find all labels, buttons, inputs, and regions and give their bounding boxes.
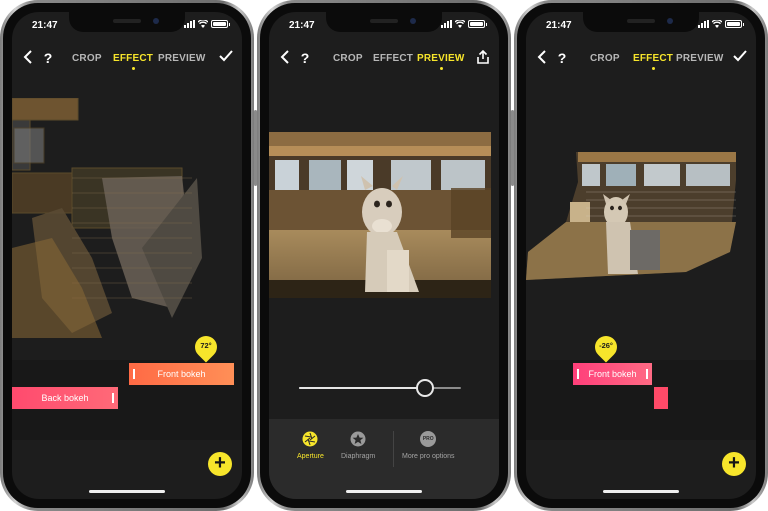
- help-button[interactable]: ?: [297, 50, 313, 66]
- battery-icon: [725, 20, 744, 28]
- pro-icon: PRO: [420, 431, 437, 447]
- back-chevron-icon[interactable]: [534, 50, 550, 66]
- status-icons: [698, 20, 744, 28]
- app-screen: 21:47 ? CROP EFFECT PREVIEW: [269, 12, 499, 499]
- home-indicator: [603, 490, 679, 493]
- angle-marker-label: 72°: [200, 341, 212, 350]
- battery-icon: [468, 20, 487, 28]
- option-more-pro[interactable]: PRO More pro options: [402, 431, 455, 460]
- option-diaphragm[interactable]: Diaphragm: [341, 431, 375, 460]
- option-diaphragm-label: Diaphragm: [341, 453, 376, 460]
- diaphragm-icon: [350, 431, 366, 447]
- status-time: 21:47: [32, 20, 58, 31]
- back-chevron-icon[interactable]: [277, 50, 293, 66]
- phone-bezel: 21:47 ? CROP EFFECT PREVIEW: [3, 3, 251, 508]
- status-icons: [184, 20, 230, 28]
- top-toolbar: ? CROP EFFECT PREVIEW: [12, 44, 242, 74]
- wifi-icon: [198, 20, 208, 28]
- options-divider: [393, 431, 394, 467]
- notch: [69, 12, 185, 32]
- top-toolbar: ? CROP EFFECT PREVIEW: [269, 44, 499, 74]
- tab-preview[interactable]: PREVIEW: [676, 53, 724, 64]
- app-screen: 21:47 ? CROP EFFECT PREVIEW: [526, 12, 756, 499]
- speaker: [113, 19, 141, 23]
- option-aperture[interactable]: Aperture: [297, 431, 324, 460]
- tab-effect[interactable]: EFFECT: [633, 53, 673, 70]
- notch: [326, 12, 442, 32]
- tab-preview[interactable]: PREVIEW: [158, 53, 206, 64]
- phone-effect-front: 21:47 ? CROP EFFECT PREVIEW 72° Front bo…: [0, 0, 257, 511]
- front-camera: [153, 18, 159, 24]
- front-bokeh-bar[interactable]: Front bokeh: [129, 363, 234, 385]
- depth-point-cloud[interactable]: [12, 98, 234, 338]
- notch: [583, 12, 699, 32]
- help-button[interactable]: ?: [554, 50, 570, 66]
- back-bokeh-bar[interactable]: [654, 387, 668, 409]
- back-bokeh-bar[interactable]: Back bokeh: [12, 387, 118, 409]
- status-time: 21:47: [289, 20, 315, 31]
- tab-effect[interactable]: EFFECT: [373, 53, 413, 64]
- angle-marker-label: -26°: [599, 341, 613, 350]
- front-bokeh-left-handle[interactable]: [133, 369, 135, 379]
- tab-preview[interactable]: PREVIEW: [417, 53, 465, 70]
- status-time: 21:47: [546, 20, 572, 31]
- front-bokeh-bar[interactable]: Front bokeh: [573, 363, 652, 385]
- phone-bezel: 21:47 ? CROP EFFECT PREVIEW: [517, 3, 765, 508]
- tab-crop[interactable]: CROP: [72, 53, 102, 64]
- cellular-signal-icon: [184, 20, 195, 28]
- phone-preview: 21:47 ? CROP EFFECT PREVIEW Aperture Dia…: [254, 0, 514, 511]
- phone-bezel: 21:47 ? CROP EFFECT PREVIEW: [260, 3, 508, 508]
- confirm-check-icon[interactable]: [732, 50, 748, 66]
- preview-photo: [269, 132, 491, 298]
- aperture-icon: [302, 431, 318, 447]
- tab-effect[interactable]: EFFECT: [113, 53, 153, 70]
- option-aperture-label: Aperture: [297, 453, 324, 460]
- wifi-icon: [455, 20, 465, 28]
- angle-marker[interactable]: 72°: [190, 331, 222, 364]
- angle-marker[interactable]: -26°: [590, 331, 622, 364]
- front-camera: [410, 18, 416, 24]
- front-bokeh-label: Front bokeh: [588, 369, 637, 379]
- wifi-icon: [712, 20, 722, 28]
- home-indicator: [89, 490, 165, 493]
- depth-point-cloud[interactable]: [526, 152, 748, 292]
- option-more-pro-label: More pro options: [402, 453, 455, 460]
- top-toolbar: ? CROP EFFECT PREVIEW: [526, 44, 756, 74]
- help-button[interactable]: ?: [40, 50, 56, 66]
- add-effect-button[interactable]: +: [722, 452, 746, 476]
- speaker: [627, 19, 655, 23]
- tab-crop[interactable]: CROP: [590, 53, 620, 64]
- phone-effect-front-cropped: 21:47 ? CROP EFFECT PREVIEW -26° Front b…: [511, 0, 768, 511]
- slider-thumb[interactable]: [415, 379, 434, 397]
- status-icons: [441, 20, 487, 28]
- front-bokeh-label: Front bokeh: [157, 369, 206, 379]
- home-indicator: [346, 490, 422, 493]
- back-chevron-icon[interactable]: [20, 50, 36, 66]
- back-bokeh-right-handle[interactable]: [112, 393, 114, 403]
- battery-icon: [211, 20, 230, 28]
- slider-fill: [299, 387, 425, 389]
- blur-slider[interactable]: [299, 378, 461, 398]
- share-icon[interactable]: [475, 49, 491, 66]
- front-camera: [667, 18, 673, 24]
- speaker: [370, 19, 398, 23]
- back-bokeh-label: Back bokeh: [41, 393, 89, 403]
- add-effect-button[interactable]: +: [208, 452, 232, 476]
- front-bokeh-right-handle[interactable]: [646, 369, 648, 379]
- confirm-check-icon[interactable]: [218, 50, 234, 66]
- cellular-signal-icon: [441, 20, 452, 28]
- tab-crop[interactable]: CROP: [333, 53, 363, 64]
- app-screen: 21:47 ? CROP EFFECT PREVIEW: [12, 12, 242, 499]
- cellular-signal-icon: [698, 20, 709, 28]
- front-bokeh-left-handle[interactable]: [577, 369, 579, 379]
- pro-options-bar: Aperture Diaphragm PRO More pro options: [269, 419, 499, 499]
